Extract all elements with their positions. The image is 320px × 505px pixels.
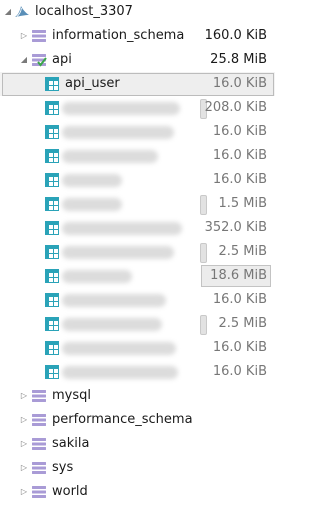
table-size: 1.5 MiB [218,196,267,211]
table-icon [44,340,60,356]
redacted-table-name [62,294,166,307]
open-database-icon [31,52,47,68]
database-name: sakila [52,436,90,451]
table-icon [44,124,60,140]
table-row[interactable]: 352.0 KiB [0,216,275,240]
size-bar [200,243,207,263]
table-row[interactable]: 16.0 KiB [0,360,275,384]
expanded-arrow-icon[interactable]: ◢ [18,48,30,72]
redacted-table-name [62,318,162,331]
table-row[interactable]: 16.0 KiB [0,288,275,312]
collapsed-arrow-icon[interactable]: ▷ [18,24,30,48]
table-icon [44,172,60,188]
collapsed-arrow-icon[interactable]: ▷ [18,408,30,432]
collapsed-arrow-icon[interactable]: ▷ [18,384,30,408]
table-row[interactable]: 16.0 KiB [0,144,275,168]
table-size: 16.0 KiB [212,76,267,91]
table-icon [44,316,60,332]
size-bar [200,315,207,335]
database-node-sakila[interactable]: ▷ sakila [0,432,275,456]
table-row[interactable]: 16.0 KiB [0,168,275,192]
database-name: api [52,52,72,67]
database-name: information_schema [52,28,185,43]
database-icon [31,388,47,404]
database-name: performance_schema [52,412,193,427]
navigation-tree: ◢ localhost_3307 ▷ information_schema 16… [0,0,275,505]
table-size: 16.0 KiB [212,364,267,379]
redacted-table-name [62,246,174,259]
database-icon [31,436,47,452]
connection-name: localhost_3307 [35,4,133,19]
redacted-table-name [62,126,174,139]
table-row[interactable]: 16.0 KiB [0,336,275,360]
database-name: mysql [52,388,91,403]
table-icon [44,196,60,212]
table-icon [44,148,60,164]
table-icon [44,268,60,284]
expanded-arrow-icon[interactable]: ◢ [2,0,14,24]
database-size: 25.8 MiB [210,52,267,67]
dolphin-server-icon [14,4,30,20]
table-size: 16.0 KiB [212,148,267,163]
table-row[interactable]: 208.0 KiB [0,96,275,120]
collapsed-arrow-icon[interactable]: ▷ [18,480,30,504]
collapsed-arrow-icon[interactable]: ▷ [18,456,30,480]
database-icon [31,412,47,428]
redacted-table-name [62,174,122,187]
database-node-information-schema[interactable]: ▷ information_schema 160.0 KiB [0,24,275,48]
table-icon [44,292,60,308]
table-icon [44,100,60,116]
table-size: 16.0 KiB [212,340,267,355]
database-node-world[interactable]: ▷ world [0,480,275,504]
connection-node[interactable]: ◢ localhost_3307 [0,0,275,24]
redacted-table-name [62,102,180,115]
database-size: 160.0 KiB [204,28,267,43]
table-size: 2.5 MiB [218,244,267,259]
redacted-table-name [62,270,132,283]
database-icon [31,460,47,476]
table-icon [44,220,60,236]
collapsed-arrow-icon[interactable]: ▷ [18,432,30,456]
table-row[interactable]: 2.5 MiB [0,240,275,264]
table-row[interactable]: 2.5 MiB [0,312,275,336]
database-name: world [52,484,88,499]
database-name: sys [52,460,74,475]
database-node-performance-schema[interactable]: ▷ performance_schema [0,408,275,432]
table-row[interactable]: 1.5 MiB [0,192,275,216]
table-icon [44,364,60,380]
table-icon [44,76,60,92]
database-icon [31,484,47,500]
database-icon [31,28,47,44]
database-node-api[interactable]: ◢ api 25.8 MiB [0,48,275,72]
table-size: 352.0 KiB [204,220,267,235]
redacted-table-name [62,366,178,379]
redacted-table-name [62,150,158,163]
database-node-sys[interactable]: ▷ sys [0,456,275,480]
table-name: api_user [65,76,120,91]
redacted-table-name [62,222,182,235]
redacted-table-name [62,342,176,355]
redacted-table-name [62,198,122,211]
table-size: 208.0 KiB [204,100,267,115]
table-size: 18.6 MiB [210,268,267,283]
database-node-mysql[interactable]: ▷ mysql [0,384,275,408]
table-row[interactable]: 16.0 KiB [0,120,275,144]
size-bar [200,195,207,215]
table-icon [44,244,60,260]
table-size: 16.0 KiB [212,172,267,187]
table-row[interactable]: 18.6 MiB [0,264,275,288]
table-row-api-user[interactable]: api_user 16.0 KiB [0,72,275,96]
table-size: 16.0 KiB [212,292,267,307]
table-size: 2.5 MiB [218,316,267,331]
table-size: 16.0 KiB [212,124,267,139]
